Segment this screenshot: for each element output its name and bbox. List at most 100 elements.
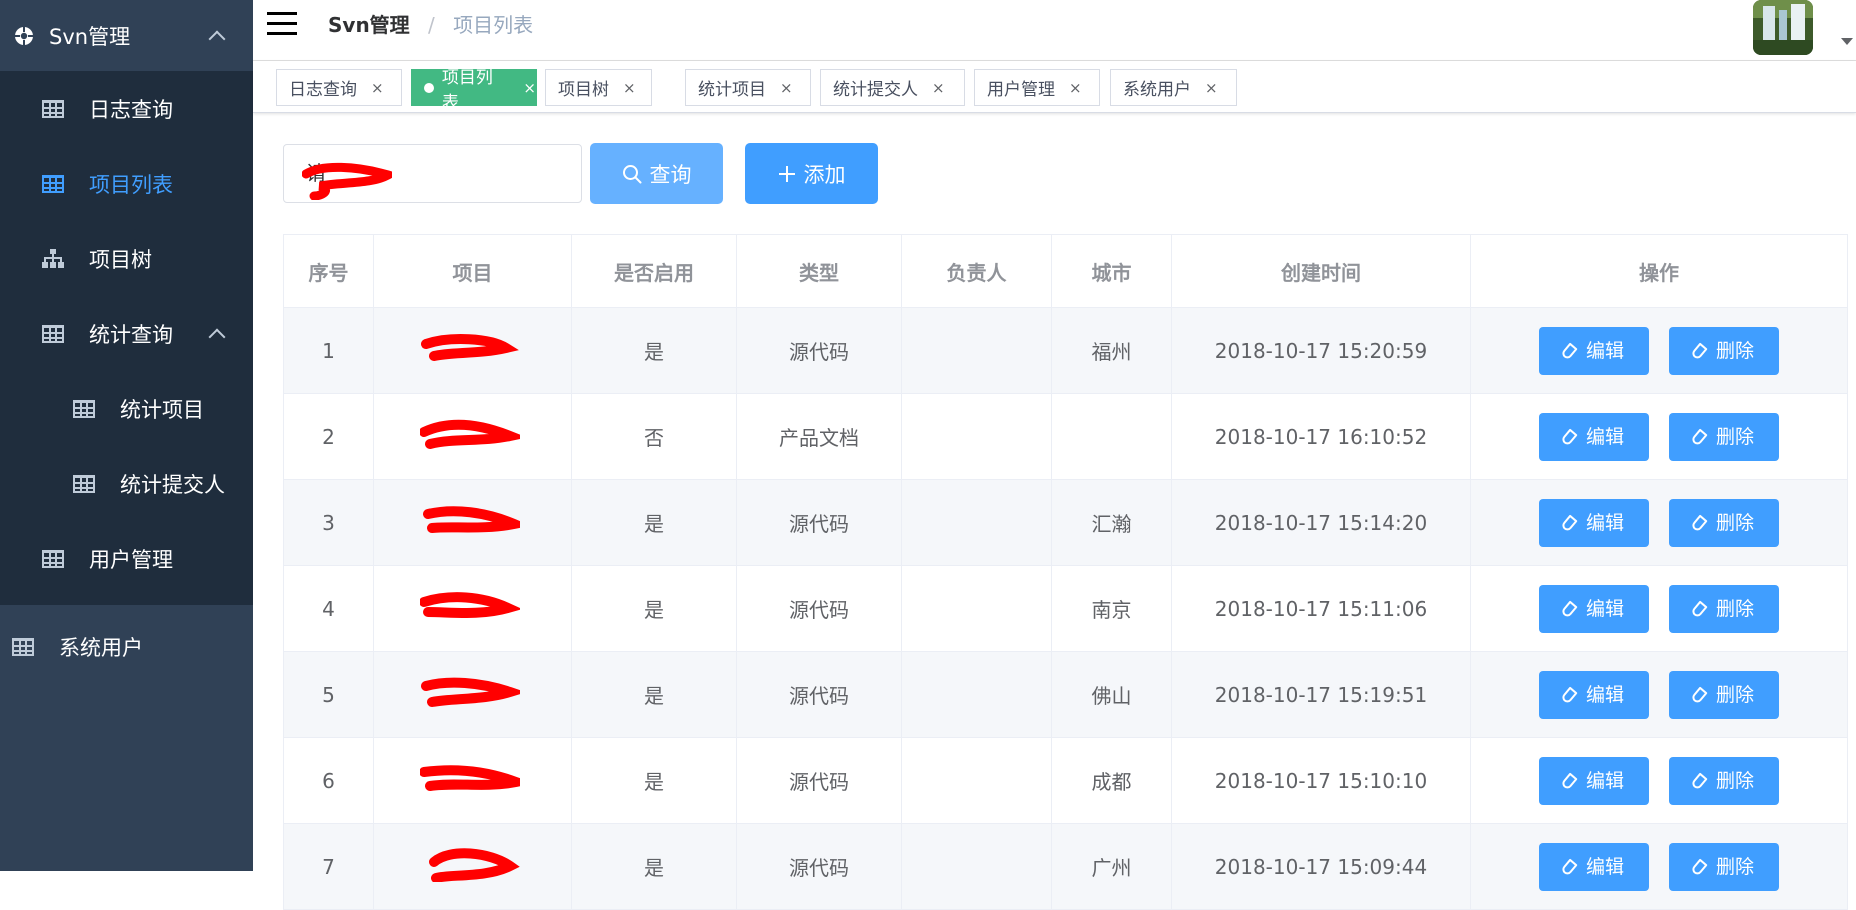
sidebar: Svn管理 日志查询 项目列表 项目树 统计查询 统计项目 统计提交人 用户管理… xyxy=(0,0,253,871)
hamburger-icon[interactable] xyxy=(267,12,297,36)
redaction-scribble xyxy=(302,162,392,200)
tab-user-management[interactable]: 用户管理 × xyxy=(974,69,1100,106)
table-cell-no: 5 xyxy=(283,651,374,738)
close-icon[interactable]: × xyxy=(623,79,636,97)
edit-button[interactable]: 编辑 xyxy=(1539,326,1649,375)
tab-stats-committer[interactable]: 统计提交人 × xyxy=(820,69,965,106)
table-cell-city: 南京 xyxy=(1051,565,1172,652)
sidebar-item-log-query[interactable]: 日志查询 xyxy=(0,71,253,146)
edit-button[interactable]: 编辑 xyxy=(1539,584,1649,633)
sidebar-item-user-management[interactable]: 用户管理 xyxy=(0,521,253,596)
edit-button-label: 编辑 xyxy=(1585,511,1624,534)
delete-button-label: 删除 xyxy=(1715,339,1754,362)
submenu: 日志查询 项目列表 项目树 统计查询 统计项目 统计提交人 用户管理 xyxy=(0,71,253,605)
delete-button[interactable]: 删除 xyxy=(1669,670,1779,719)
breadcrumb-item[interactable]: Svn管理 xyxy=(328,13,410,37)
table-icon xyxy=(42,174,64,193)
tab-label: 日志查询 xyxy=(289,80,357,100)
sidebar-item-label: 统计提交人 xyxy=(120,472,225,497)
delete-button[interactable]: 删除 xyxy=(1669,326,1779,375)
tab-label: 统计项目 xyxy=(698,80,766,100)
close-icon[interactable]: × xyxy=(371,79,384,97)
tab-project-list[interactable]: 项目列表 × xyxy=(411,68,537,113)
table-cell-actions: 编辑 删除 xyxy=(1470,479,1848,566)
close-icon[interactable]: × xyxy=(523,79,536,97)
delete-button[interactable]: 删除 xyxy=(1669,498,1779,547)
sidebar-item-system-users[interactable]: 系统用户 xyxy=(0,607,253,687)
table-cell-type: 源代码 xyxy=(736,823,902,910)
table-icon xyxy=(42,99,64,118)
delete-button-label: 删除 xyxy=(1715,769,1754,792)
column-header: 序号 xyxy=(283,234,374,308)
sidebar-item-stats-query[interactable]: 统计查询 xyxy=(0,296,253,371)
table-cell-created: 2018-10-17 15:11:06 xyxy=(1171,565,1471,652)
close-icon[interactable]: × xyxy=(1205,79,1218,97)
table-cell-type: 源代码 xyxy=(736,737,902,824)
table-cell-actions: 编辑 删除 xyxy=(1470,651,1848,738)
table-cell-enabled: 是 xyxy=(571,479,737,566)
redaction-scribble xyxy=(423,506,520,533)
table-row: 5 是源代码 佛山 2018-10-17 15:19:51 编辑 删除 xyxy=(283,651,1848,738)
table-cell-created: 2018-10-17 15:14:20 xyxy=(1171,479,1471,566)
table-cell-owner xyxy=(901,565,1052,652)
plus-icon xyxy=(778,165,795,182)
edit-button-label: 编辑 xyxy=(1585,597,1624,620)
table-cell-owner xyxy=(901,823,1052,910)
edit-button[interactable]: 编辑 xyxy=(1539,412,1649,461)
sidebar-item-label: 用户管理 xyxy=(89,547,173,572)
tags-view: 日志查询 × 项目列表 × 项目树 × 统计项目 × 统计提交人 × 用户管理 … xyxy=(253,61,1856,113)
sidebar-item-label: 统计项目 xyxy=(120,397,204,422)
avatar[interactable] xyxy=(1753,0,1813,55)
edit-button[interactable]: 编辑 xyxy=(1539,670,1649,719)
tree-icon xyxy=(42,248,64,268)
close-icon[interactable]: × xyxy=(780,79,793,97)
table-cell-project xyxy=(373,393,572,480)
menu-svn-root[interactable]: Svn管理 xyxy=(0,0,253,71)
tab-stats-project[interactable]: 统计项目 × xyxy=(685,69,811,106)
table-cell-no: 2 xyxy=(283,393,374,480)
table-cell-no: 4 xyxy=(283,565,374,652)
table-row: 3 是源代码 汇瀚 2018-10-17 15:14:20 编辑 删除 xyxy=(283,479,1848,566)
navbar: Svn管理 / 项目列表 xyxy=(253,0,1856,61)
table-cell-city: 福州 xyxy=(1051,307,1172,394)
delete-button[interactable]: 删除 xyxy=(1669,842,1779,891)
sidebar-item-stats-project[interactable]: 统计项目 xyxy=(0,371,253,446)
close-icon[interactable]: × xyxy=(1069,79,1082,97)
column-header: 操作 xyxy=(1470,234,1848,308)
column-header: 类型 xyxy=(736,234,902,308)
redaction-scribble xyxy=(420,765,520,791)
table-cell-actions: 编辑 删除 xyxy=(1470,737,1848,824)
delete-button-label: 删除 xyxy=(1715,425,1754,448)
table-cell-type: 源代码 xyxy=(736,479,902,566)
delete-button[interactable]: 删除 xyxy=(1669,756,1779,805)
search-icon xyxy=(622,164,641,183)
delete-button[interactable]: 删除 xyxy=(1669,584,1779,633)
table-cell-actions: 编辑 删除 xyxy=(1470,393,1848,480)
redaction-scribble xyxy=(420,592,520,618)
sidebar-item-stats-committer[interactable]: 统计提交人 xyxy=(0,446,253,521)
column-header: 负责人 xyxy=(901,234,1052,308)
query-button-label: 查询 xyxy=(649,162,692,187)
table-cell-created: 2018-10-17 15:19:51 xyxy=(1171,651,1471,738)
sidebar-item-project-tree[interactable]: 项目树 xyxy=(0,221,253,296)
table-row: 7 是源代码 广州 2018-10-17 15:09:44 编辑 删除 xyxy=(283,823,1848,910)
caret-down-icon[interactable] xyxy=(1841,38,1853,45)
table-cell-no: 6 xyxy=(283,737,374,824)
tab-system-users[interactable]: 系统用户 × xyxy=(1110,69,1237,106)
query-button[interactable]: 查询 xyxy=(590,143,723,204)
table-cell-type: 产品文档 xyxy=(736,393,902,480)
delete-button-label: 删除 xyxy=(1715,597,1754,620)
tab-project-tree[interactable]: 项目树 × xyxy=(545,69,652,106)
table-row: 1 是源代码 福州 2018-10-17 15:20:59 编辑 删除 xyxy=(283,307,1848,394)
tab-log-query[interactable]: 日志查询 × xyxy=(276,69,402,106)
column-header: 是否启用 xyxy=(571,234,737,308)
add-button[interactable]: 添加 xyxy=(745,143,878,204)
delete-button[interactable]: 删除 xyxy=(1669,412,1779,461)
edit-button[interactable]: 编辑 xyxy=(1539,498,1649,547)
edit-button[interactable]: 编辑 xyxy=(1539,756,1649,805)
sidebar-item-project-list[interactable]: 项目列表 xyxy=(0,146,253,221)
table-cell-enabled: 否 xyxy=(571,393,737,480)
close-icon[interactable]: × xyxy=(932,79,945,97)
table-cell-project xyxy=(373,737,572,824)
edit-button[interactable]: 编辑 xyxy=(1539,842,1649,891)
